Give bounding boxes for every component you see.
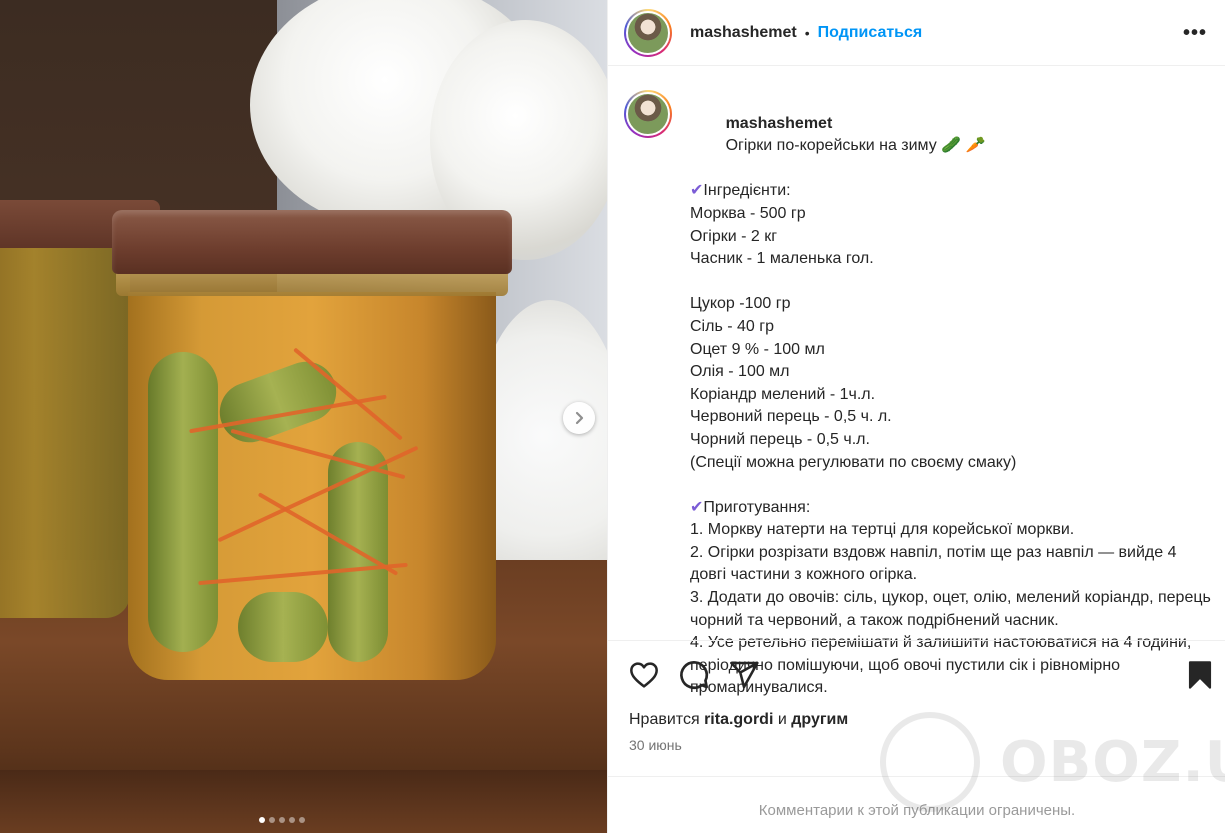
likes-others[interactable]: другим: [791, 711, 848, 728]
caption-line: Часник - 1 маленька гол.: [690, 250, 874, 268]
caption-avatar[interactable]: [624, 90, 672, 138]
share-icon[interactable]: [728, 659, 760, 691]
caption-title: Огірки по-корейськи на зиму 🥒 🥕: [725, 137, 986, 155]
post-header: mashashemet • Подписаться •••: [608, 0, 1225, 66]
caption-line: [690, 474, 1215, 497]
caption-line: Сіль - 40 гр: [690, 317, 774, 335]
checkmark-icon: ✔: [690, 182, 704, 200]
avatar[interactable]: [624, 8, 672, 57]
likes-connector: и: [777, 711, 787, 728]
bookmark-icon[interactable]: [1184, 659, 1216, 691]
carousel-dot: [269, 817, 275, 823]
caption-line: Цукор -100 гр: [690, 295, 791, 313]
more-options-icon[interactable]: •••: [1183, 22, 1207, 45]
caption-line: Олія - 100 мл: [690, 363, 790, 381]
carousel-dots: [259, 817, 305, 823]
caption-line: [690, 271, 1215, 294]
checkmark-icon: ✔: [690, 498, 704, 516]
watermark-text: OBOZ.UA: [1000, 729, 1225, 795]
caption-line: 3. Додати до овочів: сіль, цукор, оцет, …: [690, 589, 1216, 629]
comment-icon[interactable]: [678, 659, 710, 691]
caption-line: 2. Огірки розрізати вздовж навпіл, потім…: [690, 543, 1181, 584]
likes-prefix: Нравится: [629, 711, 700, 728]
caption-text: mashashemet Огірки по-корейськи на зиму …: [690, 90, 1215, 700]
carousel-dot: [289, 817, 295, 823]
caption-line: (Спеції можна регулювати по своєму смаку…: [690, 453, 1017, 471]
chevron-right-icon: [575, 411, 584, 425]
post-panel: mashashemet • Подписаться ••• mashasheme…: [607, 0, 1225, 833]
caption-line: Морква - 500 гр: [690, 204, 806, 222]
caption-line: Коріандр мелений - 1ч.л.: [690, 385, 876, 403]
post-date[interactable]: 30 июнь: [629, 737, 682, 753]
carousel-next-button[interactable]: [563, 402, 595, 434]
caption-line: Чорний перець - 0,5 ч.л.: [690, 430, 870, 448]
separator-dot: •: [804, 24, 810, 41]
caption-line: 1. Моркву натерти на тертці для корейськ…: [690, 521, 1075, 539]
follow-button[interactable]: Подписаться: [818, 24, 923, 42]
caption-username[interactable]: mashashemet: [726, 115, 833, 132]
caption-line: ✔Інгредієнти:: [690, 182, 791, 200]
caption-line: Червоний перець - 0,5 ч. л.: [690, 408, 892, 426]
caption-line: ✔Приготування:: [690, 498, 811, 516]
caption-line: Огірки - 2 кг: [690, 227, 778, 245]
jar: [112, 210, 512, 680]
carousel-dot: [299, 817, 305, 823]
header-username[interactable]: mashashemet: [690, 24, 797, 42]
caption-lines: ✔Інгредієнти: Морква - 500 гр Огірки - 2 к…: [690, 180, 1215, 700]
heart-icon[interactable]: [628, 659, 660, 691]
caption: mashashemet Огірки по-корейськи на зиму …: [624, 90, 1215, 700]
action-bar: [608, 640, 1225, 710]
watermark: OBOZ.UA: [880, 712, 1225, 812]
caption-line: Оцет 9 % - 100 мл: [690, 340, 825, 358]
background-jar: [0, 200, 160, 620]
carousel-dot: [279, 817, 285, 823]
post-image: [0, 0, 607, 833]
liked-by-user[interactable]: rita.gordi: [704, 711, 773, 728]
likes-summary: Нравится rita.gordi и другим: [629, 711, 848, 729]
wooden-table-edge: [0, 770, 607, 833]
watermark-globe-icon: [880, 712, 980, 812]
carousel-dot: [259, 817, 265, 823]
